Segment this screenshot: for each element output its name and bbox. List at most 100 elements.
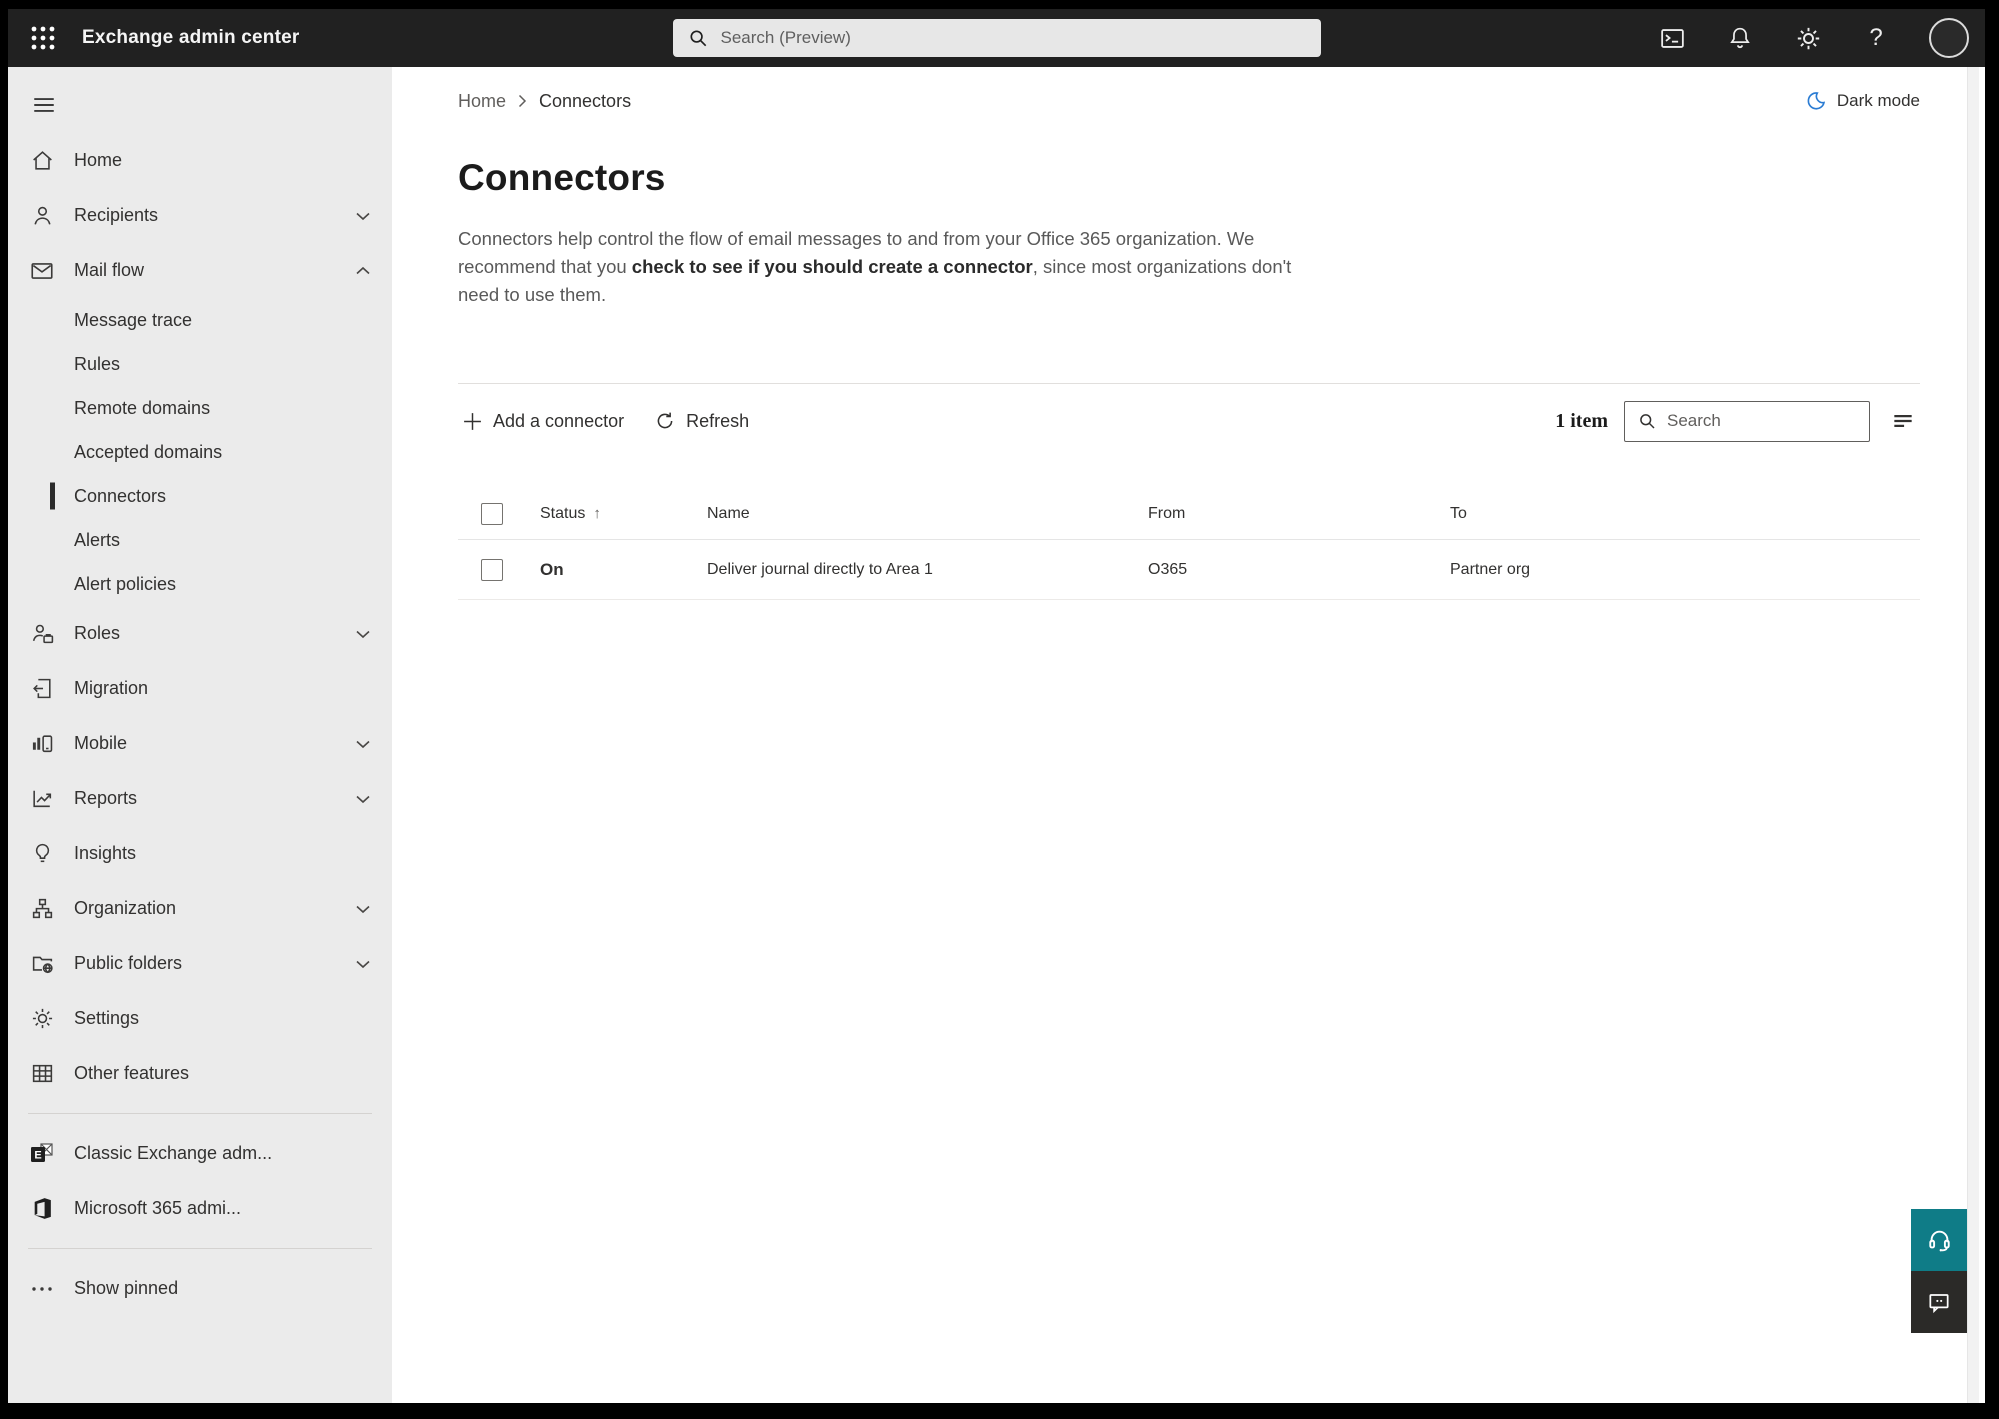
microsoft-365-icon	[29, 1196, 55, 1222]
table-header-row: Status ↑ Name From To	[458, 488, 1920, 540]
column-header-status[interactable]: Status	[540, 505, 585, 523]
public-folders-icon	[29, 951, 55, 977]
sidebar-item-insights[interactable]: Insights	[8, 826, 392, 881]
feedback-button-icon	[1926, 1289, 1952, 1315]
chevron-down-icon	[355, 211, 371, 221]
item-count: 1 item	[1555, 409, 1608, 432]
column-header-to[interactable]: To	[1450, 505, 1467, 522]
app-window: Exchange admin center Search (Preview) ?…	[8, 9, 1985, 1403]
create-connector-link[interactable]: check to see if you should create a conn…	[632, 256, 1033, 277]
sidebar-item-label: Roles	[74, 623, 121, 643]
sidebar-item-label: Show pinned	[74, 1278, 179, 1298]
bell-icon[interactable]	[1725, 23, 1755, 53]
sidebar-item-home[interactable]: Home	[8, 133, 392, 188]
sidebar-item-connectors[interactable]: Connectors	[8, 474, 392, 518]
page-description: Connectors help control the flow of emai…	[458, 225, 1310, 309]
row-status: On	[540, 559, 564, 579]
sidebar-item-reports[interactable]: Reports	[8, 771, 392, 826]
recipients-icon	[29, 203, 55, 229]
other-features-icon	[29, 1061, 55, 1087]
section-divider	[458, 383, 1920, 384]
dark-mode-label: Dark mode	[1836, 91, 1920, 110]
add-connector-label: Add a connector	[493, 410, 625, 431]
sidebar-item-label: Settings	[74, 1008, 140, 1028]
sidebar-item-settings[interactable]: Settings	[8, 991, 392, 1046]
sidebar-item-alerts[interactable]: Alerts	[8, 518, 392, 562]
filter-icon[interactable]	[1886, 404, 1920, 438]
refresh-button[interactable]: Refresh	[650, 404, 753, 438]
sidebar-item-microsoft-365[interactable]: Microsoft 365 admi...	[8, 1181, 392, 1236]
sidebar-item-other-features[interactable]: Other features	[8, 1046, 392, 1101]
row-checkbox[interactable]	[481, 558, 503, 581]
app-launcher-button[interactable]	[8, 9, 56, 67]
select-all-checkbox[interactable]	[481, 502, 503, 525]
feedback-button[interactable]	[1911, 1271, 1967, 1333]
sidebar-item-rules[interactable]: Rules	[8, 342, 392, 386]
refresh-icon	[654, 410, 676, 432]
roles-icon	[29, 621, 55, 647]
sidebar-item-label: Mobile	[74, 733, 128, 753]
svg-text:E: E	[34, 1149, 41, 1161]
sidebar-item-alert-policies[interactable]: Alert policies	[8, 562, 392, 606]
show-pinned-icon	[29, 1276, 55, 1302]
table-row[interactable]: On Deliver journal directly to Area 1 O3…	[458, 540, 1920, 600]
sidebar-item-classic-exchange[interactable]: E Classic Exchange adm...	[8, 1126, 392, 1181]
help-support-button[interactable]	[1911, 1209, 1967, 1271]
top-bar: Exchange admin center Search (Preview) ?	[8, 9, 1985, 67]
sidebar-item-label: Other features	[74, 1063, 190, 1083]
list-search-input[interactable]	[1667, 411, 1857, 431]
help-icon[interactable]: ?	[1861, 23, 1891, 53]
sidebar-item-mobile[interactable]: Mobile	[8, 716, 392, 771]
page-title: Connectors	[458, 157, 666, 198]
add-connector-button[interactable]: Add a connector	[458, 405, 628, 438]
sidebar-item-message-trace[interactable]: Message trace	[8, 298, 392, 342]
list-search-box[interactable]	[1624, 400, 1870, 442]
app-title: Exchange admin center	[82, 27, 300, 48]
search-icon	[1637, 411, 1657, 431]
global-search-input[interactable]	[720, 28, 1307, 48]
settings-icon	[29, 1006, 55, 1032]
help-button-icon	[1926, 1227, 1953, 1254]
row-from: O365	[1148, 560, 1188, 578]
sidebar-item-remote-domains[interactable]: Remote domains	[8, 386, 392, 430]
sidebar-divider	[28, 1248, 372, 1249]
column-header-from[interactable]: From	[1148, 505, 1185, 522]
terminal-icon[interactable]	[1657, 23, 1687, 53]
scrollbar-track[interactable]	[1967, 67, 1979, 1403]
breadcrumb: Home Connectors	[458, 91, 631, 112]
migration-icon	[29, 676, 55, 702]
main-content: Home Connectors Dark mode Connectors Con…	[392, 67, 1985, 1403]
breadcrumb-home-link[interactable]: Home	[458, 91, 506, 112]
avatar[interactable]	[1929, 18, 1969, 58]
sidebar-item-recipients[interactable]: Recipients	[8, 188, 392, 243]
mail-flow-icon	[29, 258, 55, 284]
menu-button[interactable]	[22, 85, 66, 125]
dark-mode-icon	[1805, 90, 1827, 112]
search-icon	[687, 27, 709, 49]
breadcrumb-chevron-icon	[518, 94, 527, 108]
sidebar-item-label: Reports	[74, 788, 138, 808]
gear-icon[interactable]	[1793, 23, 1823, 53]
refresh-label: Refresh	[686, 410, 750, 431]
sidebar-item-label: Mail flow	[74, 260, 145, 280]
column-header-name[interactable]: Name	[707, 505, 750, 522]
sort-asc-icon: ↑	[593, 505, 601, 522]
sidebar: Home Recipients Mail flow Message trace …	[8, 67, 392, 1403]
sidebar-item-accepted-domains[interactable]: Accepted domains	[8, 430, 392, 474]
sidebar-item-show-pinned[interactable]: Show pinned	[8, 1261, 392, 1316]
chevron-down-icon	[355, 959, 371, 969]
chevron-up-icon	[355, 266, 371, 276]
sidebar-item-label: Migration	[74, 678, 149, 698]
add-icon	[462, 411, 483, 432]
dark-mode-toggle[interactable]: Dark mode	[1805, 90, 1920, 112]
sidebar-item-public-folders[interactable]: Public folders	[8, 936, 392, 991]
sidebar-item-migration[interactable]: Migration	[8, 661, 392, 716]
sidebar-item-mail-flow[interactable]: Mail flow	[8, 243, 392, 298]
sidebar-item-roles[interactable]: Roles	[8, 606, 392, 661]
app-launcher-icon	[30, 25, 56, 51]
sidebar-item-organization[interactable]: Organization	[8, 881, 392, 936]
row-name[interactable]: Deliver journal directly to Area 1	[707, 561, 933, 578]
global-search-box[interactable]	[672, 19, 1321, 57]
chevron-down-icon	[355, 629, 371, 639]
toolbar: Add a connector Refresh 1 item	[458, 398, 1920, 444]
